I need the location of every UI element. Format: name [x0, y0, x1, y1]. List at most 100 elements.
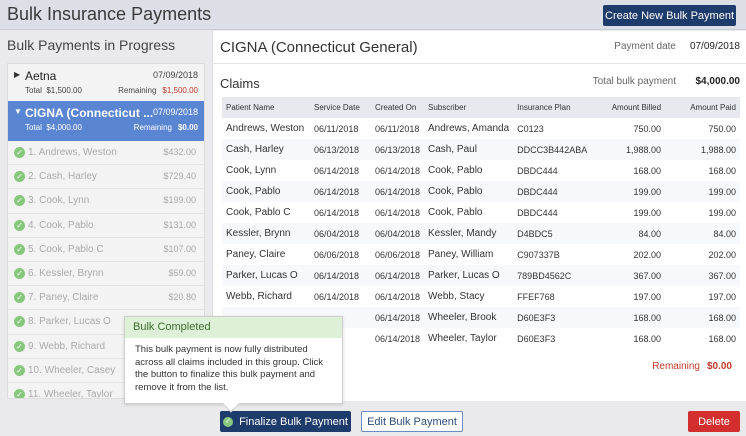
claim-amount: $199.00 [163, 195, 196, 206]
table-cell: 06/04/2018 [370, 223, 424, 244]
table-cell: 199.00 [597, 181, 666, 202]
table-cell: D4BDC5 [513, 223, 598, 244]
claim-label: 4. Cook, Pablo [28, 219, 94, 231]
claim-list-item[interactable]: ✓ 1. Andrews, Weston $432.00 [8, 141, 204, 166]
bulk-group-cigna[interactable]: ▼ CIGNA (Connecticut ... 07/09/2018 Tota… [8, 101, 204, 141]
table-row[interactable]: Andrews, Weston 06/11/2018 06/11/2018 Andre… [222, 118, 740, 139]
table-cell: Cook, Pablo [428, 207, 483, 218]
total-bulk-payment-value: $4,000.00 [695, 76, 741, 87]
claim-list-item[interactable]: ✓ 6. Kessler, Brynn $59.00 [8, 262, 204, 287]
check-circle-icon: ✓ [14, 267, 25, 279]
table-cell: Cook, Pablo [424, 181, 514, 202]
edit-bulk-payment-button[interactable]: Edit Bulk Payment [361, 411, 463, 432]
table-cell: Parker, Lucas O [424, 265, 514, 286]
table-cell: Paney, Claire [226, 249, 286, 260]
check-circle-icon: ✓ [14, 219, 25, 231]
table-cell: Paney, William [428, 249, 494, 260]
group-date: 07/09/2018 [152, 70, 198, 80]
table-cell: 06/06/2018 [313, 249, 360, 260]
table-cell: D60E3F3 [513, 307, 598, 328]
check-circle-icon: ✓ [14, 292, 25, 304]
claim-list-item[interactable]: ✓ 5. Cook, Pablo C $107.00 [8, 238, 204, 262]
table-row[interactable]: Cash, Harley 06/13/2018 06/13/2018 Cash, Pa… [222, 139, 740, 160]
popover-title: Bulk Completed [125, 317, 342, 338]
create-bulk-payment-button[interactable]: Create New Bulk Payment [603, 5, 736, 26]
claim-list-item[interactable]: ✓ 4. Cook, Pablo $131.00 [8, 214, 204, 238]
table-row[interactable]: Cook, Lynn 06/14/2018 06/14/2018 Cook, Pabl… [222, 160, 740, 181]
table-cell: 202.00 [708, 249, 736, 260]
table-cell: 06/14/2018 [313, 291, 360, 302]
check-circle-icon: ✓ [14, 316, 25, 328]
claim-list-item[interactable]: ✓ 7. Paney, Claire $20.80 [8, 286, 204, 311]
remaining-value: $0.00 [706, 361, 732, 372]
total-value: $4,000.00 [46, 123, 82, 132]
claim-list-item[interactable]: ✓ 2. Cash, Harley $729.40 [8, 165, 204, 190]
claim-label: 11. Wheeler, Taylor [28, 388, 113, 399]
table-cell: Kessler, Mandy [424, 223, 514, 244]
table-cell: Cash, Paul [424, 139, 514, 160]
table-row[interactable]: Cook, Pablo 06/14/2018 06/14/2018 Cook, Pab… [222, 181, 740, 202]
table-cell: 199.00 [665, 181, 740, 202]
table-row[interactable]: Cook, Pablo C 06/14/2018 06/14/2018 Cook, P… [222, 202, 740, 223]
remaining-label: Remaining [133, 123, 172, 132]
check-circle-icon: ✓ [14, 364, 25, 376]
table-cell: 168.00 [665, 307, 740, 328]
table-cell: 06/14/2018 [370, 181, 424, 202]
table-cell: 06/14/2018 [374, 333, 420, 344]
check-circle-icon: ✓ [14, 243, 25, 255]
table-row[interactable]: Paney, Claire 06/06/2018 06/06/2018 Paney, … [222, 244, 740, 265]
table-cell: Cook, Pablo C [226, 207, 291, 218]
table-cell: Kessler, Brynn [222, 223, 310, 244]
column-header[interactable]: Created On [370, 97, 424, 118]
claim-label: 8. Parker, Lucas O [28, 316, 111, 328]
table-cell: 06/06/2018 [374, 249, 420, 260]
bulk-completed-popover: Bulk Completed This bulk payment is now … [124, 316, 343, 413]
table-cell: 367.00 [665, 265, 740, 286]
column-header[interactable]: Insurance Plan [513, 97, 598, 118]
bulk-group-aetna[interactable]: ▶ Aetna 07/09/2018 Total $1,500.00 Remai… [8, 64, 204, 101]
claim-label: 2. Cash, Harley [28, 171, 97, 183]
total-bulk-payment-label: Total bulk payment [592, 76, 676, 87]
table-cell: 06/14/2018 [374, 207, 420, 218]
claim-label: 9. Webb, Richard [28, 340, 106, 352]
claim-amount: $131.00 [163, 219, 196, 230]
table-cell: DBDC444 [517, 207, 558, 218]
table-cell: 06/14/2018 [309, 265, 371, 286]
table-cell: Andrews, Weston [226, 123, 305, 134]
table-cell: C907337B [517, 249, 560, 260]
table-cell: D60E3F3 [517, 333, 556, 344]
table-row[interactable]: Parker, Lucas O 06/14/2018 06/14/2018 Parke… [222, 265, 740, 286]
column-header[interactable]: Service Date [309, 97, 371, 118]
table-cell: 06/11/2018 [313, 123, 359, 134]
check-circle-icon: ✓ [223, 416, 234, 427]
column-header[interactable]: Subscriber [424, 97, 514, 118]
claim-label: 5. Cook, Pablo C [28, 243, 104, 255]
column-header[interactable]: Amount Paid [665, 97, 740, 118]
finalize-bulk-payment-button[interactable]: ✓ Finalize Bulk Payment [220, 411, 351, 432]
divider [213, 63, 746, 64]
table-cell: 06/13/2018 [370, 139, 424, 160]
claim-amount: $432.00 [163, 147, 196, 157]
table-cell: 197.00 [708, 291, 736, 302]
table-cell: Cook, Lynn [226, 165, 277, 176]
total-label: Total [25, 123, 42, 132]
table-cell: C0123 [517, 123, 544, 134]
table-cell: 84.00 [597, 223, 666, 244]
claim-amount: $20.80 [168, 292, 196, 303]
sidebar-title: Bulk Payments in Progress [7, 37, 176, 53]
table-row[interactable]: Webb, Richard 06/14/2018 06/14/2018 Webb, S… [222, 286, 740, 307]
column-header[interactable]: Patient Name [222, 97, 310, 118]
table-cell: 06/11/2018 [374, 123, 420, 134]
table-cell: DDCC3B442ABA [513, 139, 598, 160]
column-header[interactable]: Amount Billed [597, 97, 666, 118]
claim-list-item[interactable]: ✓ 3. Cook, Lynn $199.00 [8, 189, 204, 214]
claim-label: 3. Cook, Lynn [28, 195, 90, 207]
table-cell: 84.00 [665, 223, 740, 244]
group-date: 07/09/2018 [152, 107, 198, 117]
delete-button[interactable]: Delete [688, 411, 740, 432]
table-cell: 168.00 [708, 165, 736, 176]
table-row[interactable]: Kessler, Brynn 06/04/2018 06/04/2018 Kessle… [222, 223, 740, 244]
table-cell: 168.00 [633, 165, 662, 176]
finalize-label: Finalize Bulk Payment [239, 415, 348, 428]
table-cell: DBDC444 [513, 181, 598, 202]
